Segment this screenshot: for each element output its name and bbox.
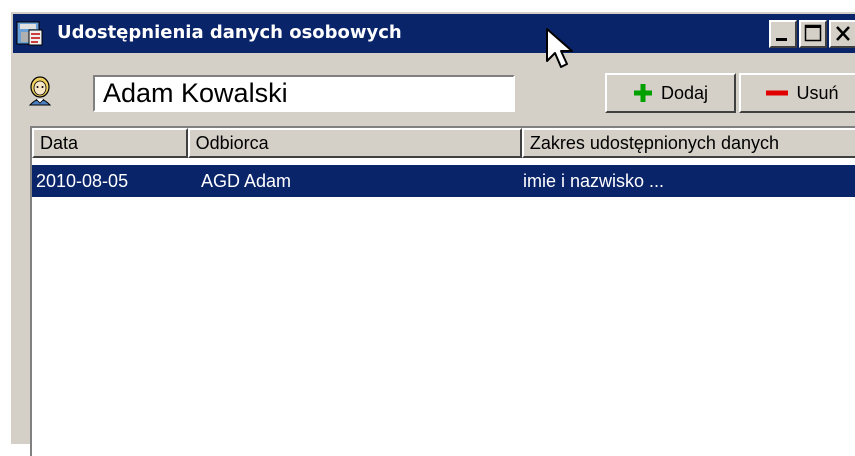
maximize-button[interactable] [799, 20, 827, 48]
window-controls [769, 20, 855, 48]
remove-button[interactable]: Usuń [739, 73, 855, 113]
sharing-list[interactable]: Data Odbiorca Zakres udostępnionych dany… [30, 126, 855, 456]
add-button[interactable]: Dodaj [605, 73, 736, 113]
row-date: 2010-08-05 [36, 171, 129, 191]
maximize-icon [804, 24, 822, 42]
column-header-date[interactable]: Data [32, 128, 188, 158]
window-title: Udostępnienia danych osobowych [57, 22, 402, 43]
title-bar[interactable]: Udostępnienia danych osobowych [13, 14, 855, 53]
main-window: Udostępnienia danych osobowych Adam Kowa… [9, 10, 855, 456]
row-recipient: AGD Adam [201, 171, 292, 191]
column-header-scope[interactable]: Zakres udostępnionych danych [521, 128, 855, 158]
table-row[interactable]: 2010-08-05 AGD Adam imie i nazwisko ... [32, 165, 855, 197]
app-icon [16, 20, 44, 47]
plus-icon [633, 84, 652, 102]
person-icon [27, 76, 53, 106]
row-scope: imie i nazwisko ... [523, 171, 665, 191]
list-header: Data Odbiorca Zakres udostępnionych dany… [32, 128, 855, 158]
column-header-recipient[interactable]: Odbiorca [187, 128, 522, 158]
minus-icon [766, 90, 789, 96]
person-name-field[interactable] [93, 75, 515, 112]
close-button[interactable] [829, 20, 855, 48]
add-button-label: Dodaj [660, 82, 709, 103]
remove-button-label: Usuń [796, 82, 839, 103]
close-icon [836, 26, 850, 41]
mouse-cursor-icon [546, 28, 573, 68]
minimize-button[interactable] [769, 20, 797, 48]
minimize-icon [776, 38, 787, 41]
